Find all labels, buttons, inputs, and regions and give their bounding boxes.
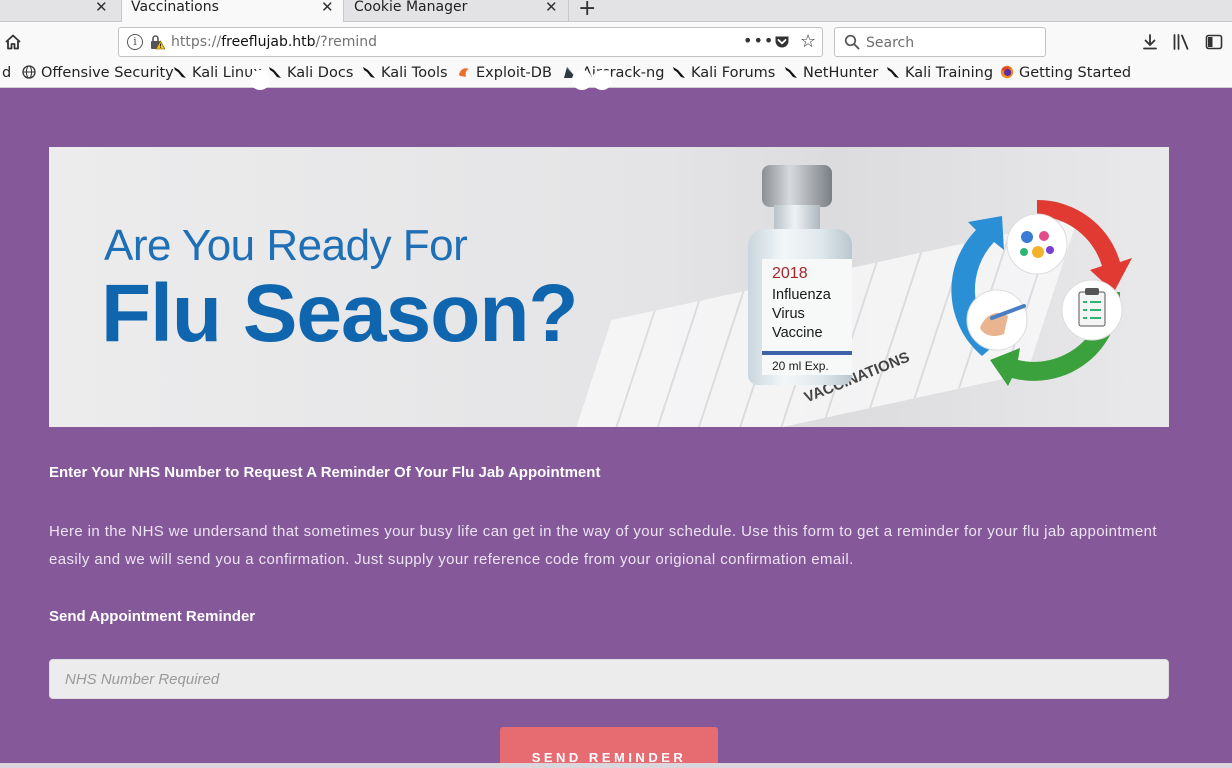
home-icon[interactable] — [4, 33, 22, 51]
tab-bar: ✕ Vaccinations ✕ Cookie Manager ✕ + — [0, 0, 1232, 23]
page-actions-icon[interactable]: ••• — [743, 31, 774, 50]
send-reminder-heading: Send Appointment Reminder — [49, 608, 256, 625]
new-tab-button[interactable]: + — [578, 0, 596, 21]
flu-season-banner: VACCINATIONS Are You Ready For Flu Seaso… — [49, 147, 1169, 427]
bookmark-kali-forums[interactable]: Kali Forums — [672, 65, 775, 81]
navigation-bar: i https://freeflujab.htb/?remind ••• ☆ S… — [0, 22, 1232, 62]
bookmark-getting-started[interactable]: Getting Started — [1000, 65, 1131, 81]
vial-label: 2018 Influenza Virus Vaccine 20 ml Exp. — [762, 259, 852, 375]
info-icon[interactable]: i — [127, 34, 143, 50]
description-text: Here in the NHS we undersand that someti… — [49, 523, 1157, 568]
tab-cookie-manager[interactable]: Cookie Manager ✕ — [345, 0, 569, 22]
banner-headline-small: Are You Ready For — [104, 221, 468, 270]
vial-name: Influenza Virus Vaccine — [772, 287, 831, 341]
tab-previous[interactable]: ✕ — [0, 0, 120, 22]
close-icon[interactable]: ✕ — [95, 0, 108, 15]
library-icon[interactable] — [1172, 33, 1192, 51]
search-icon — [844, 34, 860, 50]
vaccine-vial-icon: 2018 Influenza Virus Vaccine 20 ml Exp. — [744, 165, 856, 385]
close-icon[interactable]: ✕ — [545, 0, 558, 15]
kali-dragon-icon — [174, 67, 186, 78]
globe-icon — [22, 65, 36, 79]
url-path: /?remind — [315, 34, 378, 50]
kali-dragon-icon — [785, 67, 797, 78]
bookmark-truncated[interactable]: d — [2, 65, 11, 81]
firefox-icon — [1000, 65, 1014, 79]
url-host: freeflujab.htb — [221, 34, 316, 50]
tab-vaccinations[interactable]: Vaccinations ✕ — [121, 0, 344, 23]
nhs-number-input[interactable] — [49, 659, 1169, 699]
kali-dragon-icon — [673, 67, 685, 78]
kali-dragon-icon — [887, 67, 899, 78]
url-bar[interactable]: i https://freeflujab.htb/?remind ••• ☆ — [118, 27, 823, 57]
heading-fragment — [246, 66, 626, 90]
tab-label: Vaccinations — [131, 0, 219, 15]
vial-year: 2018 — [772, 265, 808, 282]
bookmark-kali-training[interactable]: Kali Training — [886, 65, 993, 81]
download-icon[interactable] — [1141, 33, 1159, 51]
window-bottom-edge — [0, 763, 1232, 768]
search-placeholder: Search — [866, 35, 915, 51]
url-scheme: https:// — [171, 34, 222, 50]
send-reminder-button[interactable]: SEND REMINDER — [500, 727, 718, 768]
bookmark-offensive-security[interactable]: Offensive Security — [22, 65, 174, 81]
request-title: Enter Your NHS Number to Request A Remin… — [49, 464, 601, 481]
bookmark-nethunter[interactable]: NetHunter — [784, 65, 878, 81]
vaccination-cycle-icon — [951, 199, 1132, 386]
url-text[interactable]: https://freeflujab.htb/?remind — [171, 34, 377, 50]
sidebar-icon[interactable] — [1205, 34, 1223, 50]
bookmark-star-icon[interactable]: ☆ — [800, 31, 816, 52]
tab-label: Cookie Manager — [354, 0, 468, 15]
close-icon[interactable]: ✕ — [321, 0, 334, 15]
banner-headline-large: Flu Season? — [101, 268, 579, 359]
search-bar[interactable]: Search — [834, 27, 1046, 57]
insecure-lock-icon[interactable] — [149, 34, 165, 50]
vial-volume: 20 ml Exp. — [772, 359, 829, 373]
pocket-icon[interactable] — [774, 34, 790, 50]
